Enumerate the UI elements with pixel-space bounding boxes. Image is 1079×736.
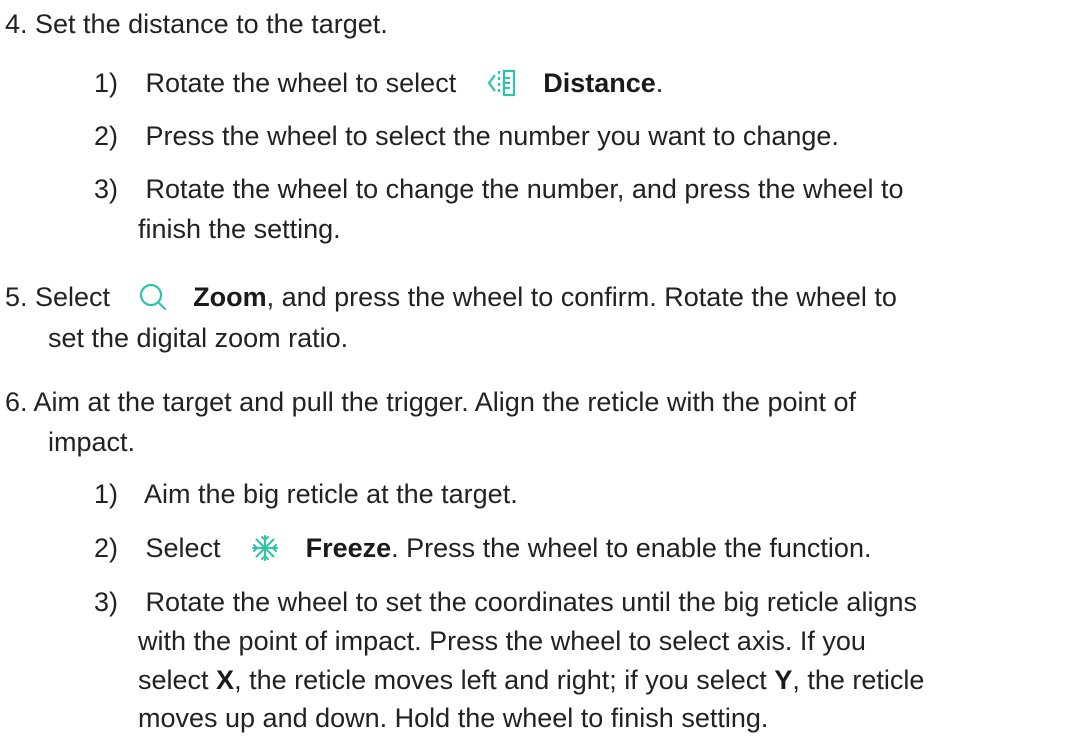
step-6-substep-2: 2) Select Freeze. Press the wheel to ena… <box>94 530 871 566</box>
step-5-text-end: , and press the wheel to confirm. Rotate… <box>266 282 897 312</box>
substep-number: 3) <box>94 174 119 204</box>
step-6-substep-3-line-3: select X, the reticle moves left and rig… <box>138 662 924 698</box>
substep-number: 2) <box>94 121 119 151</box>
axis-y-term: Y <box>774 665 793 695</box>
step-4-heading: 4. Set the distance to the target. <box>5 9 388 39</box>
substep-text: Rotate the wheel to set the coordinates … <box>145 587 917 617</box>
zoom-icon <box>138 282 168 312</box>
freeze-term: Freeze <box>305 533 392 563</box>
substep-text: Select <box>145 533 221 563</box>
substep-number: 2) <box>94 533 119 563</box>
step-4-substep-3: 3) Rotate the wheel to change the number… <box>94 171 904 207</box>
text: , the reticle <box>792 665 925 695</box>
distance-term: Distance <box>543 68 656 98</box>
substep-number: 3) <box>94 587 119 617</box>
step-6-substep-3: 3) Rotate the wheel to set the coordinat… <box>94 584 917 620</box>
substep-text: Press the wheel to select the number you… <box>145 121 839 151</box>
freeze-icon <box>250 533 280 563</box>
zoom-term: Zoom <box>193 282 267 312</box>
step-4-substep-2: 2) Press the wheel to select the number … <box>94 118 839 154</box>
step-4-substep-3-cont: finish the setting. <box>138 214 341 244</box>
step-5-text: 5. Select <box>5 282 111 312</box>
step-5-line-1: 5. Select Zoom, and press the wheel to c… <box>5 279 897 315</box>
step-6-substep-3-line-2: with the point of impact. Press the whee… <box>138 626 866 656</box>
substep-text: Rotate the wheel to select <box>145 68 457 98</box>
distance-icon <box>486 68 518 98</box>
step-6-substep-3-line-4: moves up and down. Hold the wheel to fin… <box>138 703 769 733</box>
step-6-line-1: 6. Aim at the target and pull the trigge… <box>5 387 857 417</box>
text: , the reticle moves left and right; if y… <box>234 665 775 695</box>
step-4-substep-1: 1) Rotate the wheel to select Distance. <box>94 65 663 101</box>
step-6-line-2: impact. <box>48 427 136 457</box>
substep-text: Rotate the wheel to change the number, a… <box>145 174 904 204</box>
substep-number: 1) <box>94 68 119 98</box>
substep-number: 1) <box>94 479 119 509</box>
substep-text: Aim the big reticle at the target. <box>144 479 518 509</box>
substep-text-end: . Press the wheel to enable the function… <box>391 533 872 563</box>
text: select <box>138 665 217 695</box>
step-5-line-2: set the digital zoom ratio. <box>48 323 349 353</box>
substep-text-end: . <box>655 68 664 98</box>
axis-x-term: X <box>216 665 235 695</box>
manual-page: { "accent_color": "#2ec4a6", "step4": { … <box>0 0 1079 735</box>
step-6-substep-1: 1) Aim the big reticle at the target. <box>94 476 518 512</box>
